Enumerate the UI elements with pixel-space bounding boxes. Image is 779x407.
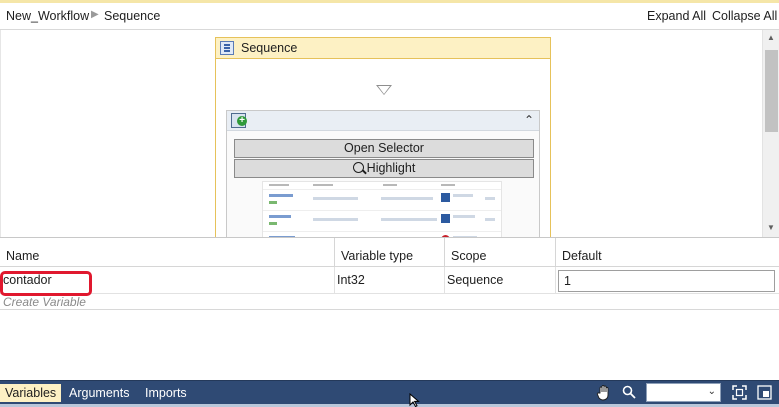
column-header-name[interactable]: Name: [0, 238, 335, 267]
activity-card[interactable]: ⌃ Open Selector Highlight: [226, 110, 540, 237]
canvas-vertical-scrollbar[interactable]: ▲ ▼: [762, 30, 779, 237]
zoom-magnifier-icon[interactable]: [622, 385, 636, 399]
tab-arguments[interactable]: Arguments: [64, 384, 134, 402]
tab-variables[interactable]: Variables: [0, 384, 62, 402]
screenshot-preview: [262, 181, 502, 237]
designer-canvas[interactable]: Sequence ⌃ Open Selector Highlight: [0, 30, 762, 237]
designer-bottom-bar: Variables Arguments Imports ⌄: [0, 380, 779, 404]
preview-row: [263, 189, 501, 209]
breadcrumb-bar: New_Workflow ▶ Sequence Expand All Colla…: [0, 3, 779, 30]
preview-header-mark: [441, 184, 455, 186]
variable-scope-cell[interactable]: Sequence: [445, 267, 556, 294]
open-selector-button[interactable]: Open Selector: [234, 139, 534, 158]
sequence-icon: [220, 41, 234, 55]
preview-header-mark: [383, 184, 397, 186]
preview-row: [263, 210, 501, 230]
highlight-button[interactable]: Highlight: [234, 159, 534, 178]
magnifier-icon: [352, 162, 364, 173]
variables-panel: Name Variable type Scope Default contado…: [0, 237, 779, 380]
chevron-down-icon: ⌄: [707, 386, 716, 397]
breadcrumb-current[interactable]: Sequence: [104, 9, 160, 23]
sequence-header[interactable]: Sequence: [216, 38, 550, 59]
activity-header[interactable]: ⌃: [227, 111, 539, 131]
zoom-level-dropdown[interactable]: ⌄: [646, 383, 721, 402]
mouse-pointer-icon: [409, 393, 420, 407]
annotation-highlight-box: [0, 271, 92, 296]
scroll-up-arrow-icon[interactable]: ▲: [767, 33, 775, 42]
hand-pan-icon[interactable]: [596, 384, 612, 401]
scrollbar-thumb[interactable]: [765, 50, 778, 132]
grid-divider: [0, 309, 779, 310]
collapse-chevron-icon[interactable]: ⌃: [524, 113, 534, 127]
sequence-container[interactable]: Sequence ⌃ Open Selector Highlight: [215, 37, 551, 237]
highlight-label: Highlight: [366, 161, 416, 175]
create-variable-row[interactable]: Create Variable: [3, 295, 86, 309]
fit-to-screen-icon[interactable]: [732, 385, 747, 400]
preview-header-mark: [313, 184, 333, 186]
variable-type-cell[interactable]: Int32: [335, 267, 445, 294]
overview-icon[interactable]: [757, 385, 772, 400]
workflow-designer: New_Workflow ▶ Sequence Expand All Colla…: [0, 0, 779, 407]
column-header-scope[interactable]: Scope: [445, 238, 556, 267]
column-header-default[interactable]: Default: [556, 238, 779, 267]
column-header-variable-type[interactable]: Variable type: [335, 238, 445, 267]
scroll-down-arrow-icon[interactable]: ▼: [767, 223, 775, 232]
default-value-input[interactable]: 1: [558, 270, 775, 292]
tab-imports[interactable]: Imports: [140, 384, 192, 402]
preview-header-mark: [269, 184, 289, 186]
drop-target-arrow-icon[interactable]: [376, 85, 392, 95]
breadcrumb-chevron-icon: ▶: [91, 9, 99, 20]
collapse-all-button[interactable]: Collapse All: [712, 9, 777, 23]
breadcrumb-workflow[interactable]: New_Workflow: [6, 9, 89, 23]
expand-all-button[interactable]: Expand All: [647, 9, 706, 23]
sequence-title: Sequence: [241, 41, 298, 55]
browser-add-icon: [231, 113, 247, 128]
